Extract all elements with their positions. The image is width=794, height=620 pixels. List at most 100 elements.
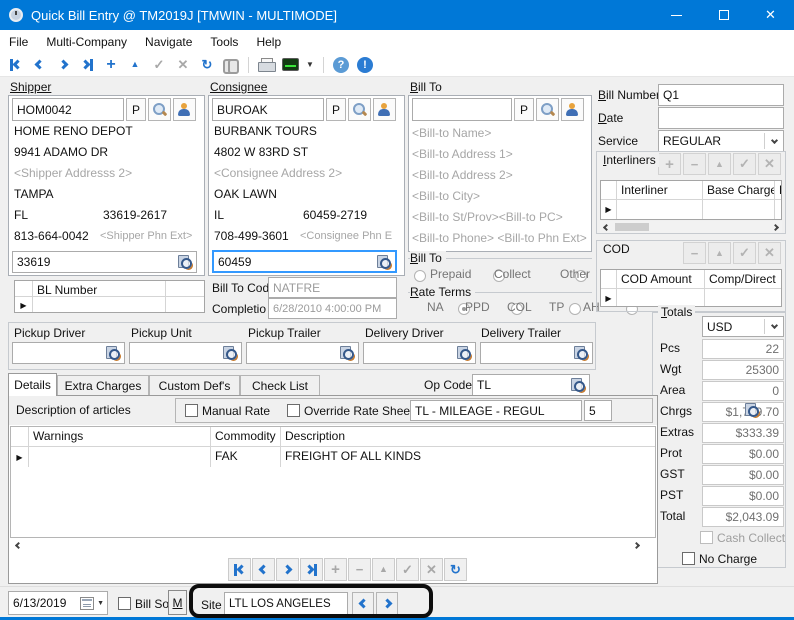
- bill-to-profile-button[interactable]: P: [514, 98, 534, 121]
- first-record-button[interactable]: [4, 55, 26, 75]
- description-cell[interactable]: FREIGHT OF ALL KINDS: [281, 447, 655, 467]
- clipped-column-header[interactable]: B: [775, 181, 782, 199]
- detail-last-button[interactable]: [300, 558, 323, 581]
- cash-collect-checkbox[interactable]: [700, 531, 713, 544]
- service-combo[interactable]: REGULAR: [658, 130, 784, 152]
- monitor-dropdown-button[interactable]: ▼: [303, 55, 317, 75]
- lookup-icon[interactable]: [106, 346, 120, 360]
- description-column-header[interactable]: Description: [281, 427, 655, 446]
- rate-qty-input[interactable]: 5: [584, 400, 612, 421]
- bill-to-code-input[interactable]: [412, 98, 512, 121]
- manual-rate-checkbox[interactable]: [185, 404, 198, 417]
- help-button[interactable]: ?: [330, 55, 352, 75]
- comp-direct-column-header[interactable]: Comp/Direct: [705, 270, 781, 288]
- interliner-cell[interactable]: [617, 200, 703, 219]
- chevron-down-icon[interactable]: [764, 319, 783, 334]
- shipper-search-button[interactable]: [148, 98, 171, 121]
- commodity-cell[interactable]: FAK: [211, 447, 281, 467]
- tab-extra-charges[interactable]: Extra Charges: [57, 375, 149, 396]
- shipper-profile-button[interactable]: P: [126, 98, 146, 121]
- find-button[interactable]: [220, 55, 242, 75]
- lookup-icon[interactable]: [574, 346, 588, 360]
- interliners-row[interactable]: ▶: [601, 200, 781, 219]
- bl-grid-row[interactable]: ▶: [15, 297, 204, 313]
- consignee-zone-input[interactable]: 60459: [212, 250, 397, 273]
- cod-amount-column-header[interactable]: COD Amount: [617, 270, 705, 288]
- detail-first-button[interactable]: [228, 558, 251, 581]
- info-button[interactable]: !: [354, 55, 376, 75]
- pickup-driver-input[interactable]: [12, 342, 125, 364]
- menu-file[interactable]: File: [0, 35, 37, 49]
- confirm-button[interactable]: ✓: [148, 55, 170, 75]
- details-row[interactable]: ▶ FAK FREIGHT OF ALL KINDS: [11, 447, 655, 467]
- bl-number-column-header[interactable]: BL Number: [33, 281, 166, 296]
- consignee-profile-button[interactable]: P: [326, 98, 346, 121]
- cod-confirm-button[interactable]: ✓: [733, 242, 756, 264]
- comp-direct-cell[interactable]: [705, 289, 781, 307]
- consignee-code-input[interactable]: BUROAK: [212, 98, 324, 121]
- dropdown-arrow-icon[interactable]: ▼: [97, 600, 104, 607]
- print-button[interactable]: [255, 55, 277, 75]
- menu-help[interactable]: Help: [247, 35, 290, 49]
- cod-delete-button[interactable]: −: [683, 242, 706, 264]
- pickup-trailer-input[interactable]: [246, 342, 359, 364]
- lookup-icon[interactable]: [223, 346, 237, 360]
- lookup-icon[interactable]: [571, 378, 585, 392]
- tab-check-list[interactable]: Check List: [240, 375, 320, 396]
- detail-confirm-button[interactable]: ✓: [396, 558, 419, 581]
- detail-post-button[interactable]: ▲: [372, 558, 395, 581]
- last-record-button[interactable]: [76, 55, 98, 75]
- interliners-hscrollbar[interactable]: [600, 221, 782, 233]
- base-charges-column-header[interactable]: Base Charges: [703, 181, 775, 199]
- maximize-button[interactable]: [700, 0, 747, 30]
- lookup-icon[interactable]: [178, 255, 192, 269]
- scroll-right-icon[interactable]: [772, 223, 779, 230]
- shipper-zone-input[interactable]: 33619: [12, 251, 197, 273]
- cod-post-button[interactable]: ▲: [708, 242, 731, 264]
- detail-delete-button[interactable]: −: [348, 558, 371, 581]
- rate-description-input[interactable]: TL - MILEAGE - REGUL: [410, 400, 582, 421]
- interliner-delete-button[interactable]: −: [683, 153, 706, 175]
- detail-cancel-button[interactable]: ✕: [420, 558, 443, 581]
- bill-sort-checkbox[interactable]: [118, 597, 131, 610]
- warnings-column-header[interactable]: Warnings: [29, 427, 211, 446]
- bl-number-cell[interactable]: [33, 297, 166, 313]
- detail-prev-button[interactable]: [252, 558, 275, 581]
- tab-details[interactable]: Details: [8, 373, 57, 396]
- scroll-left-icon[interactable]: [603, 223, 610, 230]
- menu-multi-company[interactable]: Multi-Company: [37, 35, 136, 49]
- no-charge-checkbox[interactable]: [682, 552, 695, 565]
- warnings-cell[interactable]: [29, 447, 211, 467]
- bill-to-search-button[interactable]: [536, 98, 559, 121]
- detail-refresh-button[interactable]: ↻: [444, 558, 467, 581]
- next-record-button[interactable]: [52, 55, 74, 75]
- menu-navigate[interactable]: Navigate: [136, 35, 201, 49]
- cancel-button[interactable]: ✕: [172, 55, 194, 75]
- multi-button[interactable]: M: [168, 590, 187, 615]
- lookup-icon[interactable]: [457, 346, 471, 360]
- minimize-button[interactable]: [653, 0, 700, 30]
- interliner-confirm-button[interactable]: ✓: [733, 153, 756, 175]
- interliner-add-button[interactable]: +: [658, 153, 681, 175]
- op-code-input[interactable]: TL: [472, 374, 590, 396]
- monitor-button[interactable]: [279, 55, 301, 75]
- pickup-unit-input[interactable]: [129, 342, 242, 364]
- prev-record-button[interactable]: [28, 55, 50, 75]
- scroll-thumb[interactable]: [615, 223, 649, 231]
- delivery-trailer-input[interactable]: [480, 342, 593, 364]
- cod-cancel-button[interactable]: ✕: [758, 242, 781, 264]
- radio-col[interactable]: [569, 303, 581, 315]
- site-next-button[interactable]: [376, 592, 398, 615]
- close-button[interactable]: ✕: [747, 0, 794, 30]
- delivery-driver-input[interactable]: [363, 342, 476, 364]
- add-record-button[interactable]: +: [100, 55, 122, 75]
- interliner-column-header[interactable]: Interliner: [617, 181, 703, 199]
- site-prev-button[interactable]: [352, 592, 374, 615]
- override-rate-sheet-checkbox[interactable]: [287, 404, 300, 417]
- commodity-column-header[interactable]: Commodity: [211, 427, 281, 446]
- chevron-down-icon[interactable]: [764, 133, 783, 149]
- ship-date-picker[interactable]: 6/13/2019 ▼: [8, 591, 108, 615]
- interliner-cancel-button[interactable]: ✕: [758, 153, 781, 175]
- lookup-icon[interactable]: [340, 346, 354, 360]
- consignee-customer-button[interactable]: [373, 98, 396, 121]
